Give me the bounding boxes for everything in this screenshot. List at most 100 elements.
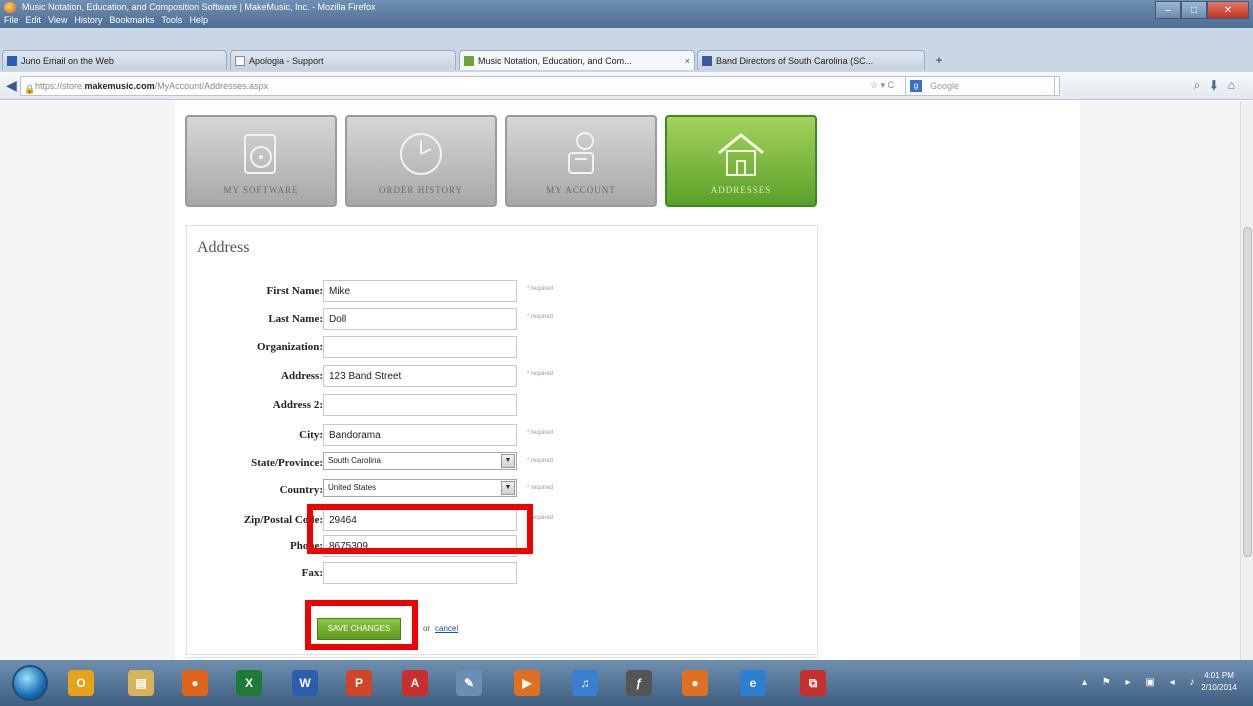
window-title: Music Notation, Education, and Compositi… xyxy=(22,2,376,12)
clock-icon xyxy=(400,133,442,175)
ie-icon: e xyxy=(740,670,766,696)
navigation-bar: ◀ 🔒 https://store.makemusic.com/MyAccoun… xyxy=(0,72,1253,100)
form-row-state-province: State/Province: South Carolina ▼ * required xyxy=(187,452,819,480)
tile-label: MY ACCOUNT xyxy=(546,185,616,195)
google-icon: g xyxy=(910,80,922,92)
search-input[interactable]: g Google xyxy=(905,76,1055,96)
menu-item-view[interactable]: View xyxy=(48,13,67,27)
pdf-icon: ⧉ xyxy=(800,670,826,696)
tile-label: ORDER HISTORY xyxy=(378,185,464,195)
page-scrollbar[interactable] xyxy=(1240,101,1253,660)
taskbar-app-media-player[interactable]: ▶ xyxy=(504,664,550,702)
first-name-field[interactable]: Mike xyxy=(323,280,517,302)
save-highlight-box xyxy=(305,600,418,650)
tab-band-directors[interactable]: Band Directors of South Carolina (SC... xyxy=(697,50,925,70)
tile-my-software[interactable]: MY SOFTWARE xyxy=(185,115,337,207)
media-player-icon: ▶ xyxy=(514,670,540,696)
form-row-address-2: Address 2: xyxy=(187,394,819,422)
start-button[interactable] xyxy=(12,665,48,701)
taskbar-app-pdf[interactable]: ⧉ xyxy=(790,664,836,702)
system-tray[interactable]: ▴ ⚑ ▸ ▣ ◂ ♪ ▮ xyxy=(1082,660,1202,706)
chevron-down-icon[interactable]: ▼ xyxy=(501,454,515,468)
menu-item-history[interactable]: History xyxy=(74,13,102,27)
taskbar-app-finale[interactable]: ƒ xyxy=(616,664,662,702)
country-select[interactable]: United States ▼ xyxy=(323,479,517,497)
page-favicon-icon xyxy=(235,56,245,66)
firefox-app-icon xyxy=(4,2,16,13)
tile-addresses[interactable]: ADDRESSES xyxy=(665,115,817,207)
taskbar-app-paint[interactable]: ✎ xyxy=(446,664,492,702)
field-label: First Name: xyxy=(266,285,323,297)
menu-bar: File Edit View History Bookmarks Tools Help xyxy=(0,13,211,27)
maximize-button[interactable]: □ xyxy=(1181,1,1207,19)
taskbar-app-firefox[interactable]: ● xyxy=(172,664,218,702)
software-disc-icon xyxy=(244,134,276,174)
menu-item-help[interactable]: Help xyxy=(189,13,208,27)
tab-close-icon[interactable]: × xyxy=(685,51,690,70)
select-value: South Carolina xyxy=(328,456,381,465)
menu-item-tools[interactable]: Tools xyxy=(161,13,182,27)
tile-label: ADDRESSES xyxy=(710,185,772,195)
taskbar-app-app-orange[interactable]: ● xyxy=(672,664,718,702)
organization-field[interactable] xyxy=(323,336,517,358)
url-path: /MyAccount/Addresses.aspx xyxy=(154,81,269,91)
facebook-favicon-icon xyxy=(702,56,712,66)
form-row-city: City: Bandorama * required xyxy=(187,424,819,452)
minimize-button[interactable]: – xyxy=(1155,1,1181,19)
tab-label: Band Directors of South Carolina (SC... xyxy=(716,56,874,66)
taskbar-clock[interactable]: 4:01 PM 2/10/2014 xyxy=(1196,670,1242,694)
back-arrow-icon[interactable]: ◀ xyxy=(6,77,17,94)
field-label: Last Name: xyxy=(268,313,323,325)
url-bar[interactable]: 🔒 https://store.makemusic.com/MyAccount/… xyxy=(20,76,1060,96)
field-label: Address: xyxy=(281,370,323,382)
taskbar-app-excel[interactable]: X xyxy=(226,664,272,702)
juno-favicon-icon xyxy=(7,56,17,66)
taskbar-app-outlook[interactable]: O xyxy=(58,664,104,702)
tile-my-account[interactable]: MY ACCOUNT xyxy=(505,115,657,207)
state-province-select[interactable]: South Carolina ▼ xyxy=(323,452,517,470)
address-field[interactable]: 123 Band Street xyxy=(323,365,517,387)
field-label: Fax: xyxy=(301,567,323,579)
tab-juno-email[interactable]: Juno Email on the Web xyxy=(2,50,227,70)
last-name-field[interactable]: Doll xyxy=(323,308,517,330)
menu-item-bookmarks[interactable]: Bookmarks xyxy=(109,13,154,27)
form-row-organization: Organization: xyxy=(187,336,819,364)
field-label: Address 2: xyxy=(272,399,323,411)
toolbar-icons[interactable]: ⌕⬇⌂ xyxy=(1194,78,1245,93)
windows-taskbar: O ▤ ● X W P A ✎ ▶ ♫ ƒ ● e ⧉ ▴ ⚑ ▸ ▣ ◂ ♪ ▮ 4:01 PM 2/1… xyxy=(0,660,1253,706)
taskbar-app-powerpoint[interactable]: P xyxy=(336,664,382,702)
fax-field[interactable] xyxy=(323,562,517,584)
taskbar-app-word[interactable]: W xyxy=(282,664,328,702)
taskbar-app-acrobat[interactable]: A xyxy=(392,664,438,702)
url-prefix: https://store. xyxy=(35,81,85,91)
taskbar-app-itunes[interactable]: ♫ xyxy=(562,664,608,702)
page-background-left xyxy=(0,101,175,660)
lock-icon: 🔒 xyxy=(24,84,36,94)
chevron-down-icon[interactable]: ▼ xyxy=(501,481,515,495)
taskbar-app-ie[interactable]: e xyxy=(730,664,776,702)
scrollbar-thumb[interactable] xyxy=(1243,227,1252,557)
tab-makemusic[interactable]: Music Notation, Education, and Com... × xyxy=(459,50,695,70)
page-content: MY SOFTWARE ORDER HISTORY MY ACCOUNT ADD… xyxy=(0,101,1253,660)
bookmark-star-icon[interactable]: ☆ ▾ C xyxy=(870,80,894,91)
paint-icon: ✎ xyxy=(456,670,482,696)
tile-order-history[interactable]: ORDER HISTORY xyxy=(345,115,497,207)
close-button[interactable]: ✕ xyxy=(1207,1,1249,19)
new-tab-button[interactable]: + xyxy=(930,50,948,70)
window-controls: – □ ✕ xyxy=(1155,1,1249,19)
menu-item-edit[interactable]: Edit xyxy=(26,13,42,27)
city-field[interactable]: Bandorama xyxy=(323,424,517,446)
tab-label: Apologia - Support xyxy=(249,56,324,66)
address-2-field[interactable] xyxy=(323,394,517,416)
window-titlebar: Music Notation, Education, and Compositi… xyxy=(0,0,1253,28)
app-orange-icon: ● xyxy=(682,670,708,696)
itunes-icon: ♫ xyxy=(572,670,598,696)
search-placeholder: Google xyxy=(930,81,960,91)
address-form-panel: Address First Name: Mike * required Last Na… xyxy=(186,225,818,655)
taskbar-app-file-explorer[interactable]: ▤ xyxy=(118,664,164,702)
zip-highlight-box xyxy=(307,504,533,554)
cancel-link[interactable]: cancel xyxy=(435,624,458,633)
menu-item-file[interactable]: File xyxy=(4,13,19,27)
powerpoint-icon: P xyxy=(346,670,372,696)
tab-apologia-support[interactable]: Apologia - Support xyxy=(230,50,456,70)
